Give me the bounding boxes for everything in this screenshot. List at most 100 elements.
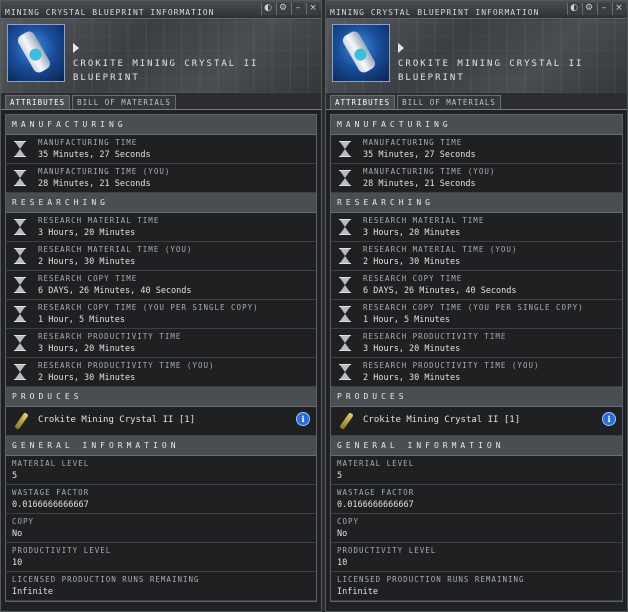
attributes-panel: MANUFACTURING MANUFACTURING TIME 35 Minut… — [330, 114, 623, 602]
attribute-label: MANUFACTURING TIME (YOU) — [38, 167, 171, 176]
section-researching: RESEARCHING — [6, 193, 316, 213]
attribute-label: RESEARCH PRODUCTIVITY TIME — [38, 332, 182, 341]
general-row: WASTAGE FACTOR 0.0166666666667 — [6, 485, 316, 514]
section-general-information: GENERAL INFORMATION — [6, 436, 316, 456]
attribute-row: RESEARCH MATERIAL TIME (YOU) 2 Hours, 30 … — [6, 242, 316, 271]
attribute-row: RESEARCH COPY TIME 6 DAYS, 26 Minutes, 40… — [6, 271, 316, 300]
attribute-row: RESEARCH MATERIAL TIME 3 Hours, 20 Minute… — [331, 213, 622, 242]
general-row: PRODUCTIVITY LEVEL 10 — [6, 543, 316, 572]
attribute-row: RESEARCH PRODUCTIVITY TIME 3 Hours, 20 Mi… — [331, 329, 622, 358]
general-value: No — [337, 529, 348, 539]
item-name-line1: CROKITE MINING CRYSTAL II BLUEPRINT — [73, 59, 259, 83]
general-value: No — [12, 529, 23, 539]
close-icon[interactable]: × — [612, 3, 625, 15]
settings-icon[interactable]: ⚙ — [276, 3, 289, 15]
hourglass-icon — [339, 248, 351, 264]
hourglass-icon — [339, 141, 351, 157]
attribute-label: MANUFACTURING TIME — [38, 138, 138, 147]
settings-icon[interactable]: ⚙ — [582, 3, 595, 15]
hourglass-icon — [14, 364, 26, 380]
attribute-row: RESEARCH PRODUCTIVITY TIME (YOU) 2 Hours,… — [331, 358, 622, 387]
minimize-icon[interactable]: – — [291, 3, 304, 15]
section-produces: PRODUCES — [6, 387, 316, 407]
blueprint-icon[interactable] — [332, 24, 390, 82]
general-value: 10 — [12, 558, 23, 568]
general-label: MATERIAL LEVEL — [12, 459, 90, 468]
attribute-label: RESEARCH PRODUCTIVITY TIME (YOU) — [363, 361, 540, 370]
general-value: 0.0166666666667 — [12, 500, 89, 510]
attributes-panel: MANUFACTURING MANUFACTURING TIME 35 Minut… — [5, 114, 317, 602]
general-row: MATERIAL LEVEL 5 — [331, 456, 622, 485]
tab-attributes[interactable]: ATTRIBUTES — [330, 95, 396, 109]
general-row: WASTAGE FACTOR 0.0166666666667 — [331, 485, 622, 514]
attribute-value: 2 Hours, 30 Minutes — [38, 373, 136, 383]
pin-icon[interactable]: ◐ — [261, 3, 274, 15]
section-researching: RESEARCHING — [331, 193, 622, 213]
hourglass-icon — [14, 170, 26, 186]
attribute-value: 1 Hour, 5 Minutes — [38, 315, 125, 325]
attribute-value: 3 Hours, 20 Minutes — [363, 344, 461, 354]
general-row: COPY No — [6, 514, 316, 543]
expand-arrow-icon[interactable] — [73, 43, 79, 53]
hourglass-icon — [14, 306, 26, 322]
attribute-value: 3 Hours, 20 Minutes — [38, 228, 136, 238]
blueprint-info-window-left: MINING CRYSTAL BLUEPRINT INFORMATION ◐ ⚙… — [0, 0, 322, 612]
tab-attributes[interactable]: ATTRIBUTES — [5, 95, 71, 109]
attribute-label: RESEARCH MATERIAL TIME — [38, 216, 160, 225]
hourglass-icon — [339, 277, 351, 293]
attribute-row: MANUFACTURING TIME (YOU) 28 Minutes, 21 S… — [331, 164, 622, 193]
pin-icon[interactable]: ◐ — [567, 3, 580, 15]
attribute-label: MANUFACTURING TIME — [363, 138, 463, 147]
mining-crystal-icon — [337, 412, 355, 430]
attribute-value: 6 DAYS, 26 Minutes, 40 Seconds — [38, 286, 192, 296]
attribute-label: RESEARCH PRODUCTIVITY TIME — [363, 332, 507, 341]
item-header: CROKITE MINING CRYSTAL II BLUEPRINT — [326, 19, 627, 93]
hourglass-icon — [339, 364, 351, 380]
hourglass-icon — [339, 219, 351, 235]
tab-bill-of-materials[interactable]: BILL OF MATERIALS — [397, 95, 501, 109]
attributes-content[interactable]: MANUFACTURING MANUFACTURING TIME 35 Minut… — [326, 110, 627, 602]
mining-crystal-icon — [12, 412, 30, 430]
general-row: COPY No — [331, 514, 622, 543]
general-label: PRODUCTIVITY LEVEL — [337, 546, 437, 555]
produces-item-name: Crokite Mining Crystal II [1] — [38, 415, 196, 425]
general-value: 5 — [12, 471, 18, 481]
window-titlebar[interactable]: MINING CRYSTAL BLUEPRINT INFORMATION ◐ ⚙… — [1, 1, 321, 19]
window-titlebar[interactable]: MINING CRYSTAL BLUEPRINT INFORMATION ◐ ⚙… — [326, 1, 627, 19]
general-value: 10 — [337, 558, 348, 568]
general-label: COPY — [337, 517, 360, 526]
tab-bill-of-materials[interactable]: BILL OF MATERIALS — [72, 95, 176, 109]
show-info-icon[interactable]: i — [602, 412, 616, 426]
hourglass-icon — [339, 170, 351, 186]
general-label: LICENSED PRODUCTION RUNS REMAINING — [337, 575, 525, 584]
hourglass-icon — [14, 277, 26, 293]
general-row: LICENSED PRODUCTION RUNS REMAINING Infini… — [331, 572, 622, 601]
attribute-row: RESEARCH COPY TIME (YOU PER SINGLE COPY)… — [6, 300, 316, 329]
expand-arrow-icon[interactable] — [398, 43, 404, 53]
blueprint-icon[interactable] — [7, 24, 65, 82]
general-row: MATERIAL LEVEL 5 — [6, 456, 316, 485]
minimize-icon[interactable]: – — [597, 3, 610, 15]
window-controls: ◐ ⚙ – × — [261, 3, 319, 15]
attribute-row: MANUFACTURING TIME (YOU) 28 Minutes, 21 S… — [6, 164, 316, 193]
attribute-label: MANUFACTURING TIME (YOU) — [363, 167, 496, 176]
show-info-icon[interactable]: i — [296, 412, 310, 426]
general-row: PRODUCTIVITY LEVEL 10 — [331, 543, 622, 572]
hourglass-icon — [14, 248, 26, 264]
attribute-row: MANUFACTURING TIME 35 Minutes, 27 Seconds — [331, 135, 622, 164]
attribute-value: 2 Hours, 30 Minutes — [363, 257, 461, 267]
close-icon[interactable]: × — [306, 3, 319, 15]
attribute-value: 1 Hour, 5 Minutes — [363, 315, 450, 325]
produces-item[interactable]: Crokite Mining Crystal II [1] i — [331, 407, 622, 436]
general-value: 0.0166666666667 — [337, 500, 414, 510]
attribute-value: 35 Minutes, 27 Seconds — [38, 150, 151, 160]
general-label: COPY — [12, 517, 35, 526]
attribute-row: MANUFACTURING TIME 35 Minutes, 27 Seconds — [6, 135, 316, 164]
hourglass-icon — [14, 335, 26, 351]
attributes-content[interactable]: MANUFACTURING MANUFACTURING TIME 35 Minut… — [1, 110, 321, 602]
section-general-information: GENERAL INFORMATION — [331, 436, 622, 456]
section-manufacturing: MANUFACTURING — [6, 115, 316, 135]
general-value: Infinite — [337, 587, 378, 597]
produces-item[interactable]: Crokite Mining Crystal II [1] i — [6, 407, 316, 436]
attribute-row: RESEARCH COPY TIME (YOU PER SINGLE COPY)… — [331, 300, 622, 329]
